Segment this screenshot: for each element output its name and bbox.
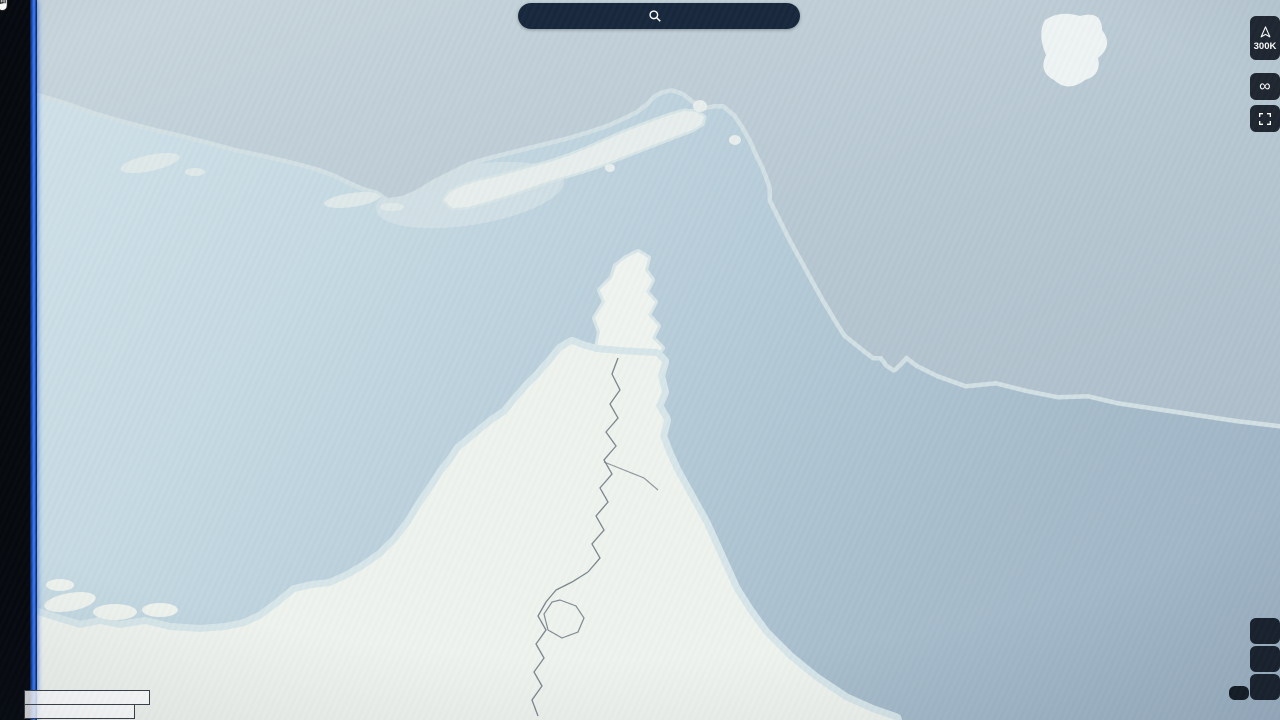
unlimited-button[interactable]: ∞: [1250, 73, 1280, 100]
scale-mi: [24, 704, 135, 719]
search-icon: [649, 10, 661, 22]
vessel-count-label: 300K: [1253, 40, 1277, 52]
zoom-out-button[interactable]: [1250, 674, 1280, 700]
zoom-control: [1250, 616, 1280, 700]
search-bar[interactable]: [518, 3, 800, 29]
zoom-level: [1250, 646, 1280, 672]
vessel-markers-layer: [0, 0, 1280, 720]
fullscreen-button[interactable]: [1250, 105, 1280, 132]
marinetraffic-app: 300K ∞: [0, 0, 1280, 720]
infinity-icon: ∞: [1259, 77, 1271, 95]
right-toolbar: 300K ∞: [1250, 16, 1280, 137]
vessel-count-button[interactable]: 300K: [1250, 16, 1280, 60]
map-canvas[interactable]: [0, 0, 1280, 720]
screen-edge-glow: [30, 0, 37, 720]
scale-bar: [24, 690, 150, 719]
left-sidebar: [0, 0, 30, 720]
coordinates-panel: [1229, 686, 1249, 700]
scale-km: [24, 690, 150, 705]
zoom-in-button[interactable]: [1250, 618, 1280, 644]
